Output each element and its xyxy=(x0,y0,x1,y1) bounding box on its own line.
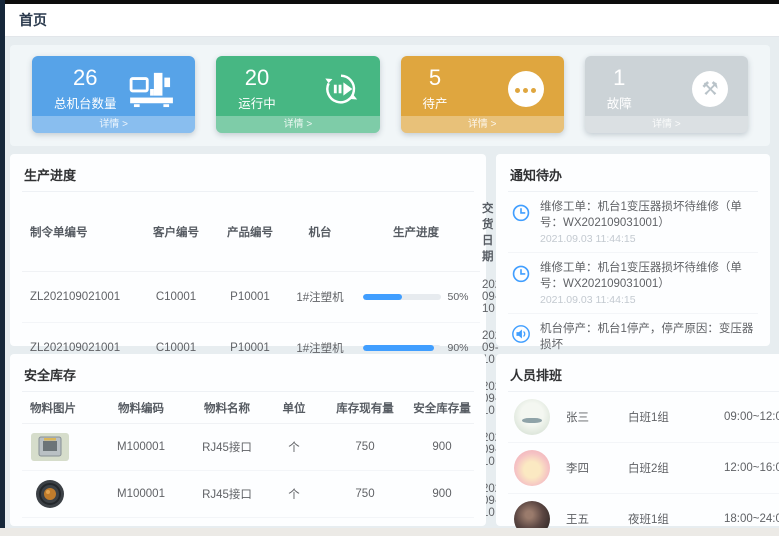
dashboard-page: 首页 26 总机台数量 xyxy=(0,0,779,536)
stat-label: 运行中 xyxy=(238,93,276,112)
stat-value: 5 xyxy=(423,66,448,90)
stat-card-waiting[interactable]: 5 待产 详情 > xyxy=(401,56,564,133)
column-header: 产品编号 xyxy=(212,192,288,272)
safety-stock-panel: 安全库存 物料图片 物料编码 物料名称 单位 库存现有量 安全库存量 xyxy=(10,354,486,526)
table-cell: 1#注塑机 xyxy=(288,272,352,323)
tools-icon: ⚒ xyxy=(692,71,728,107)
table-cell: 750 xyxy=(320,471,410,518)
stat-label: 待产 xyxy=(423,93,448,112)
stat-card-fault[interactable]: 1 故障 ⚒ 详情 > xyxy=(585,56,748,133)
tab-bar: 首页 xyxy=(5,4,779,37)
progress-label: 50% xyxy=(447,291,468,303)
avatar xyxy=(514,450,550,486)
ellipsis-icon xyxy=(508,71,544,107)
table-cell: P10001 xyxy=(212,272,288,323)
column-header: 库存现有量 xyxy=(320,392,410,424)
table-row: M100001 RJ45接口 个 750 900 xyxy=(22,471,474,518)
table-row: ZL202109021001 C10001 P10001 1#注塑机 50% 2… xyxy=(22,272,480,323)
production-progress-panel: 生产进度 制令单编号 客户编号 产品编号 机台 生产进度 交货日期 ZL2021… xyxy=(10,154,486,346)
notice-item[interactable]: 维修工单：机台1变压器损坏待维修（单号：WX202109031001） 2021… xyxy=(508,192,758,253)
notice-text: 机台停产：机台1停产，停产原因：变压器损坏 xyxy=(540,322,756,353)
staff-name: 张三 xyxy=(566,409,628,425)
rj45-connector-image xyxy=(30,431,70,463)
notice-text: 维修工单：机台1变压器损坏待维修（单号：WX202109031001） xyxy=(540,261,756,292)
machine-icon xyxy=(129,70,175,108)
staff-row: 张三 白班1组 09:00~12:00 xyxy=(508,392,779,443)
table-cell: RJ45接口 xyxy=(186,424,268,471)
stat-card-total-machines[interactable]: 26 总机台数量 详情 > xyxy=(32,56,195,133)
speaker-icon xyxy=(510,322,532,344)
card-detail-link[interactable]: 详情 > xyxy=(216,116,379,133)
clock-icon xyxy=(510,200,532,222)
column-header: 安全库存量 xyxy=(410,392,474,424)
table-cell: C10001 xyxy=(140,272,212,323)
table-cell: 750 xyxy=(320,424,410,471)
staff-time: 18:00~24:00 xyxy=(724,513,779,525)
staff-time: 12:00~16:00 xyxy=(724,462,779,474)
stat-cards-panel: 26 总机台数量 详情 > xyxy=(10,45,770,146)
table-cell: M100001 xyxy=(96,424,186,471)
notice-time: 2021.09.03 11:44:15 xyxy=(540,294,756,306)
round-speaker-image xyxy=(30,478,70,510)
avatar xyxy=(514,399,550,435)
notice-time: 2021.09.03 11:44:15 xyxy=(540,233,756,245)
table-cell: 900 xyxy=(410,424,474,471)
tab-home[interactable]: 首页 xyxy=(19,10,47,30)
card-detail-link[interactable]: 详情 > xyxy=(32,116,195,133)
progress-bar xyxy=(363,294,441,300)
table-cell: ZL202109021001 xyxy=(22,272,140,323)
staff-name: 王五 xyxy=(566,511,628,527)
card-detail-link[interactable]: 详情 > xyxy=(401,116,564,133)
clock-icon xyxy=(510,261,532,283)
column-header: 客户编号 xyxy=(140,192,212,272)
column-header: 物料编码 xyxy=(96,392,186,424)
notices-panel: 通知待办 维修工单：机台1变压器损坏待维修（单号：WX202109031001）… xyxy=(496,154,770,346)
main-content: 26 总机台数量 详情 > xyxy=(5,37,779,528)
card-detail-link[interactable]: 详情 > xyxy=(585,116,748,133)
stat-card-running[interactable]: 20 运行中 详情 > xyxy=(216,56,379,133)
column-header: 机台 xyxy=(288,192,352,272)
column-header: 制令单编号 xyxy=(22,192,140,272)
panel-title: 通知待办 xyxy=(508,161,758,192)
table-cell: M100001 xyxy=(96,471,186,518)
safety-stock-table: 物料图片 物料编码 物料名称 单位 库存现有量 安全库存量 xyxy=(22,392,474,536)
panel-title: 生产进度 xyxy=(22,161,474,192)
table-cell: 900 xyxy=(410,471,474,518)
stat-value: 26 xyxy=(54,66,117,90)
progress-label: 90% xyxy=(447,342,468,354)
table-cell: 个 xyxy=(268,424,320,471)
column-header: 物料图片 xyxy=(22,392,96,424)
table-row: M100001 RJ45接口 个 750 900 xyxy=(22,424,474,471)
notice-text: 维修工单：机台1变压器损坏待维修（单号：WX202109031001） xyxy=(540,200,756,231)
staff-time: 09:00~12:00 xyxy=(724,411,779,423)
column-header: 单位 xyxy=(268,392,320,424)
staff-row: 李四 白班2组 12:00~16:00 xyxy=(508,443,779,494)
staff-shift: 夜班1组 xyxy=(628,511,724,527)
table-cell: RJ45接口 xyxy=(186,471,268,518)
running-icon xyxy=(322,70,360,108)
panel-title: 安全库存 xyxy=(22,361,474,392)
panel-title: 人员排班 xyxy=(508,361,779,392)
column-header: 生产进度 xyxy=(352,192,480,272)
staff-schedule-panel: 人员排班 张三 白班1组 09:00~12:00 李四 白班2组 12:00~1… xyxy=(496,354,779,526)
window-bottom-edge xyxy=(0,528,779,536)
stat-label: 总机台数量 xyxy=(54,93,117,112)
progress-bar xyxy=(363,345,441,351)
stat-label: 故障 xyxy=(607,93,632,112)
staff-shift: 白班2组 xyxy=(628,460,724,476)
table-cell: 个 xyxy=(268,471,320,518)
column-header: 物料名称 xyxy=(186,392,268,424)
staff-name: 李四 xyxy=(566,460,628,476)
stat-value: 20 xyxy=(238,66,276,90)
stat-value: 1 xyxy=(607,66,632,90)
staff-shift: 白班1组 xyxy=(628,409,724,425)
notice-item[interactable]: 维修工单：机台1变压器损坏待维修（单号：WX202109031001） 2021… xyxy=(508,253,758,314)
